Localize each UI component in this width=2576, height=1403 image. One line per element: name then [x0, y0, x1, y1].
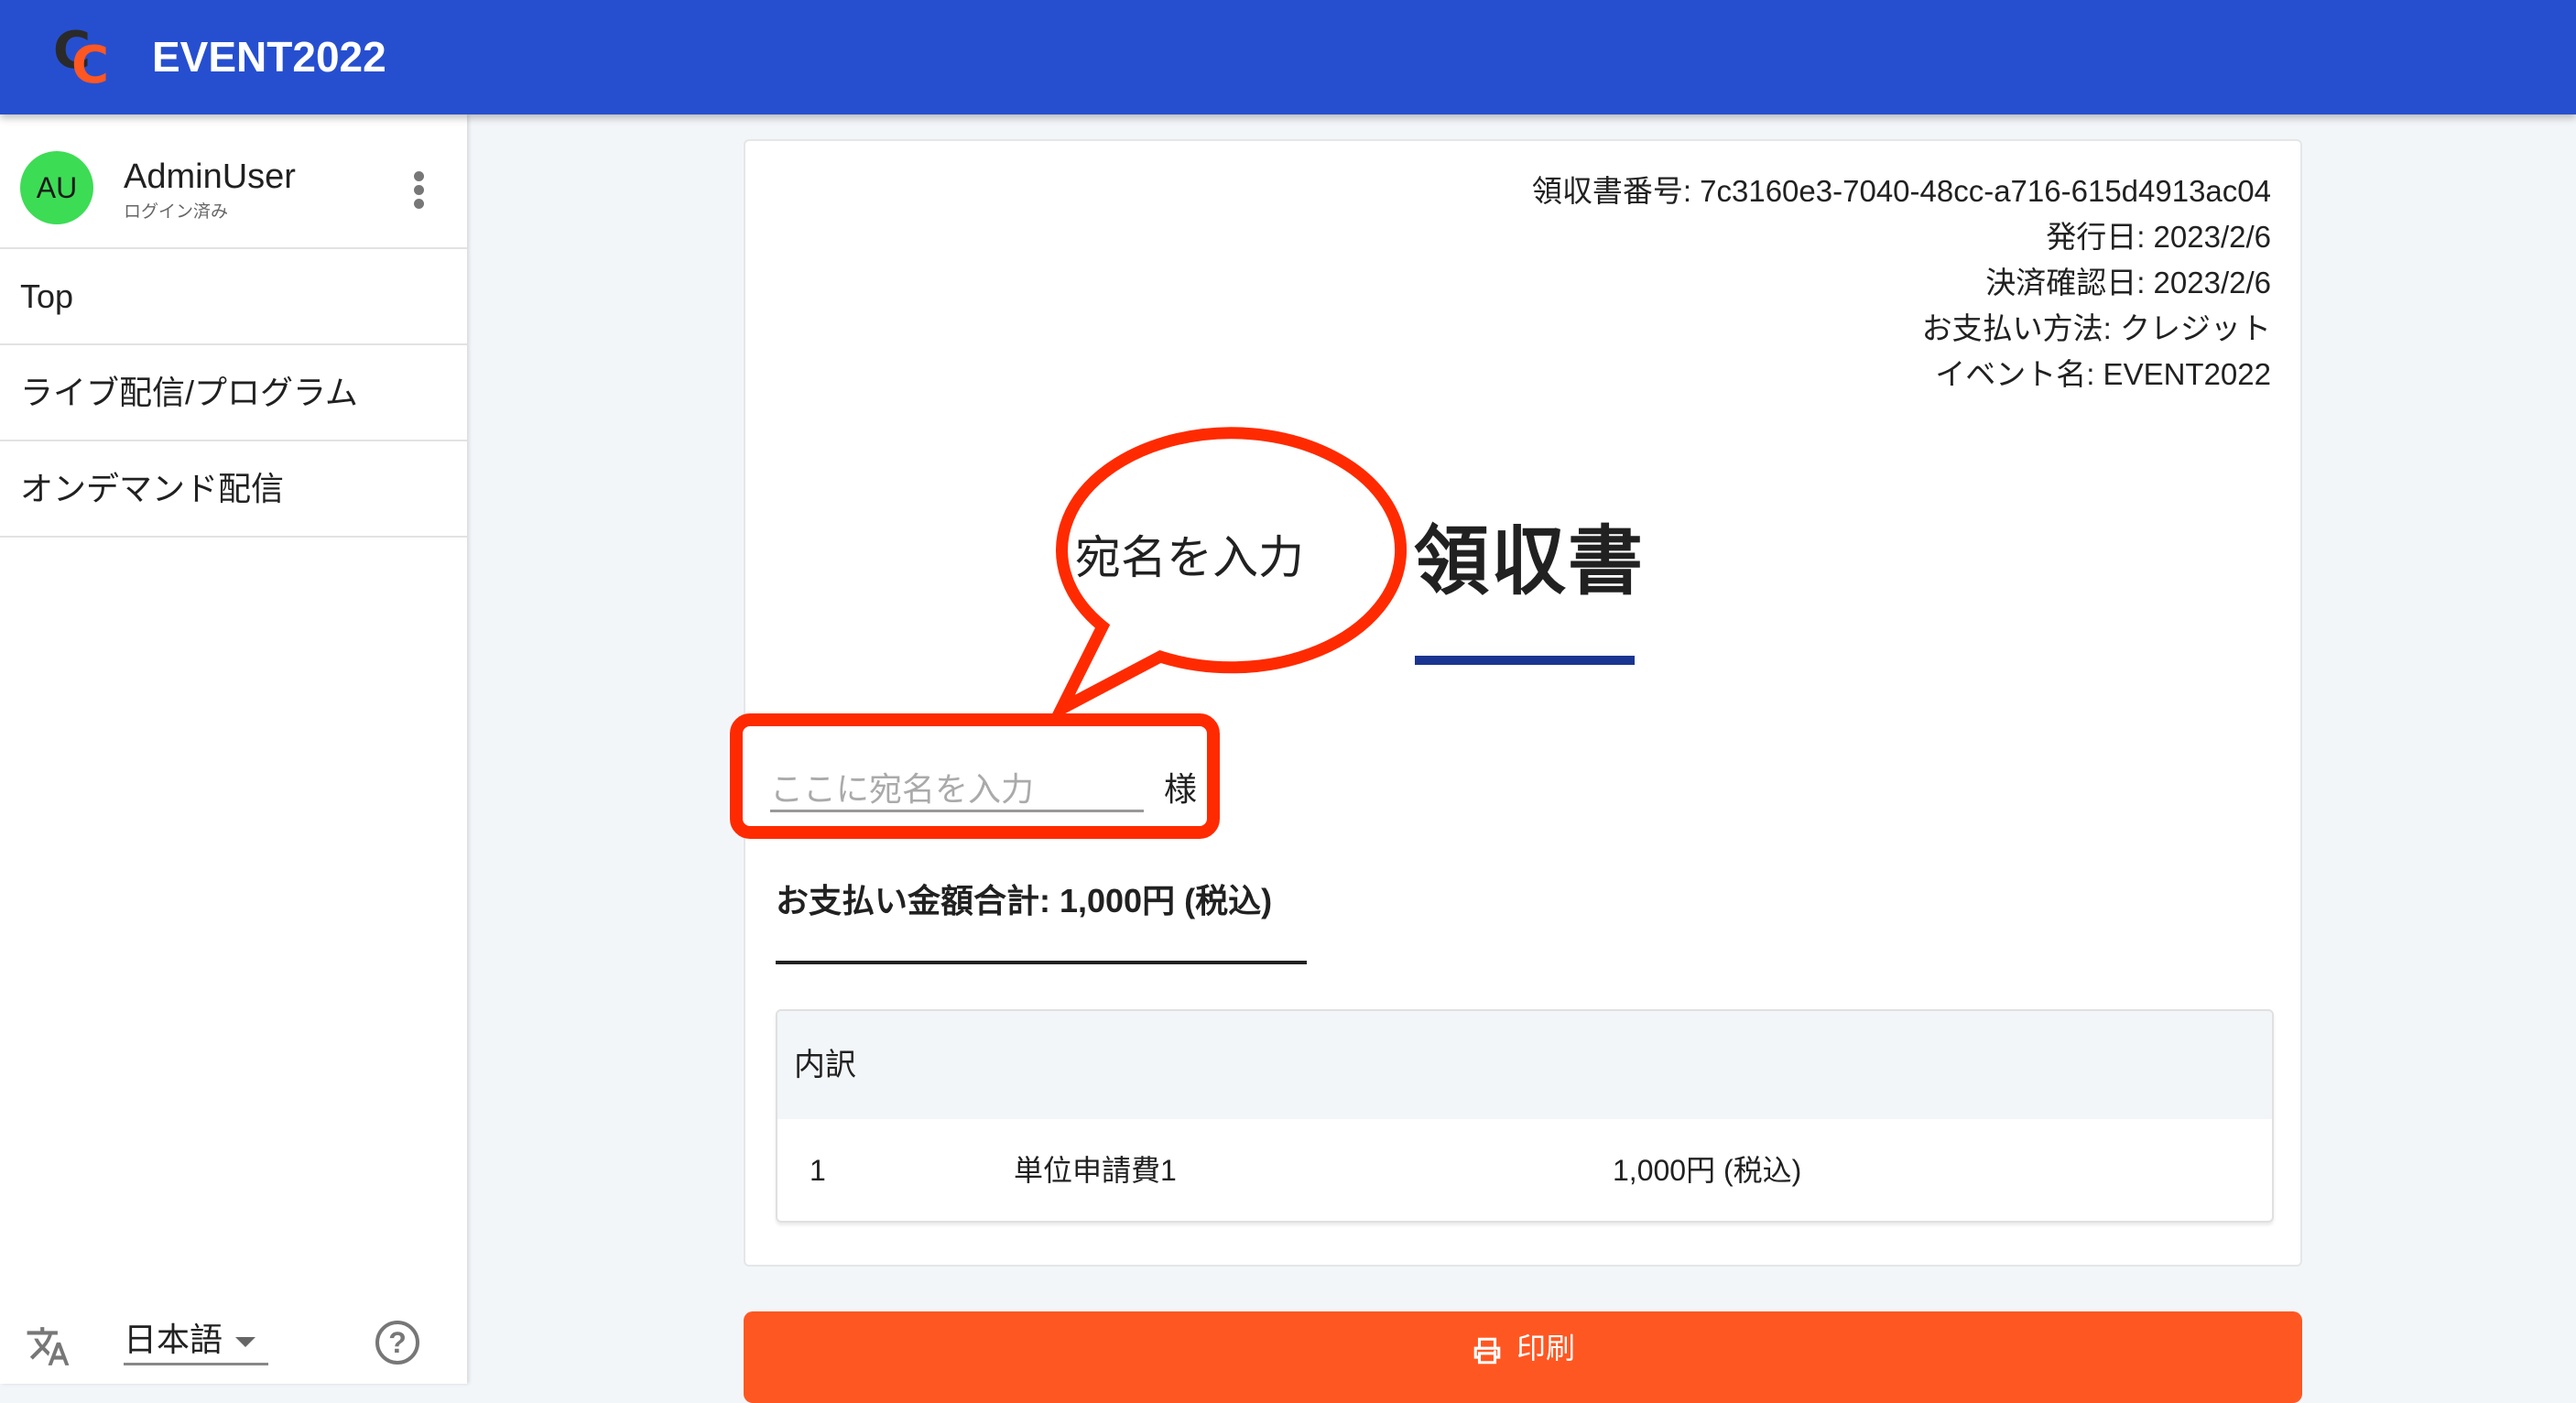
payment-method: お支払い方法: クレジット — [1921, 311, 2271, 345]
receipt-title: 領収書 — [1414, 520, 1646, 604]
payment-confirmed-date: 決済確認日: 2023/2/6 — [1985, 266, 2271, 299]
row-item: 単位申請費1 — [1014, 1154, 1177, 1187]
more-vert-icon[interactable] — [408, 169, 429, 215]
translate-icon — [27, 1327, 70, 1365]
help-icon[interactable]: ? — [375, 1321, 419, 1365]
print-label: 印刷 — [1516, 1332, 1575, 1365]
avatar: AU — [20, 151, 93, 224]
language-value: 日本語 — [124, 1321, 223, 1358]
sidebar-footer: 日本語 ? — [0, 1305, 467, 1384]
caret-down-icon — [235, 1337, 255, 1347]
language-select[interactable]: 日本語 — [124, 1314, 268, 1365]
print-button[interactable]: 印刷 — [744, 1311, 2302, 1403]
breakdown-table: 内訳 1 単位申請費1 1,000円 (税込) — [776, 1009, 2274, 1223]
title-underline — [1415, 656, 1635, 665]
callout-bubble — [1048, 427, 1408, 723]
issue-date: 発行日: 2023/2/6 — [2046, 220, 2271, 254]
recipient-name-highlight: 様 — [730, 713, 1220, 839]
row-amount: 1,000円 (税込) — [1613, 1154, 1802, 1187]
honorific-label: 様 — [1164, 770, 1198, 808]
table-row: 1 単位申請費1 1,000円 (税込) — [777, 1119, 2272, 1221]
sidebar-item-on-demand[interactable]: オンデマンド配信 — [0, 441, 467, 538]
user-profile: AU AdminUser ログイン済み — [0, 114, 467, 249]
total-underline — [776, 961, 1307, 964]
receipt-number: 領収書番号: 7c3160e3-7040-48cc-a716-615d4913a… — [1531, 174, 2271, 208]
callout-text: 宛名を入力 — [1075, 532, 1304, 583]
app-title: EVENT2022 — [152, 33, 386, 81]
receipt-card: 領収書番号: 7c3160e3-7040-48cc-a716-615d4913a… — [730, 139, 2302, 1267]
sidebar-item-live[interactable]: ライブ配信/プログラム — [0, 345, 467, 441]
payment-total: お支払い金額合計: 1,000円 (税込) — [776, 882, 1273, 919]
sidebar-item-top[interactable]: Top — [0, 249, 467, 345]
user-name: AdminUser — [124, 158, 296, 196]
event-name: イベント名: EVENT2022 — [1935, 357, 2271, 391]
recipient-name-input[interactable] — [770, 768, 1144, 812]
receipt-meta: 領収書番号: 7c3160e3-7040-48cc-a716-615d4913a… — [1532, 169, 2271, 397]
sidebar: AU AdminUser ログイン済み Top ライブ配信/プログラム オンデマ… — [0, 114, 467, 1384]
row-number: 1 — [810, 1154, 826, 1187]
app-header: C C EVENT2022 — [0, 0, 2576, 114]
logo-letter-orange: C — [71, 36, 110, 95]
app-logo[interactable]: C C — [53, 26, 117, 92]
printer-icon — [1473, 1337, 1501, 1364]
breakdown-header: 内訳 — [777, 1011, 2272, 1119]
login-status: ログイン済み — [124, 202, 229, 222]
